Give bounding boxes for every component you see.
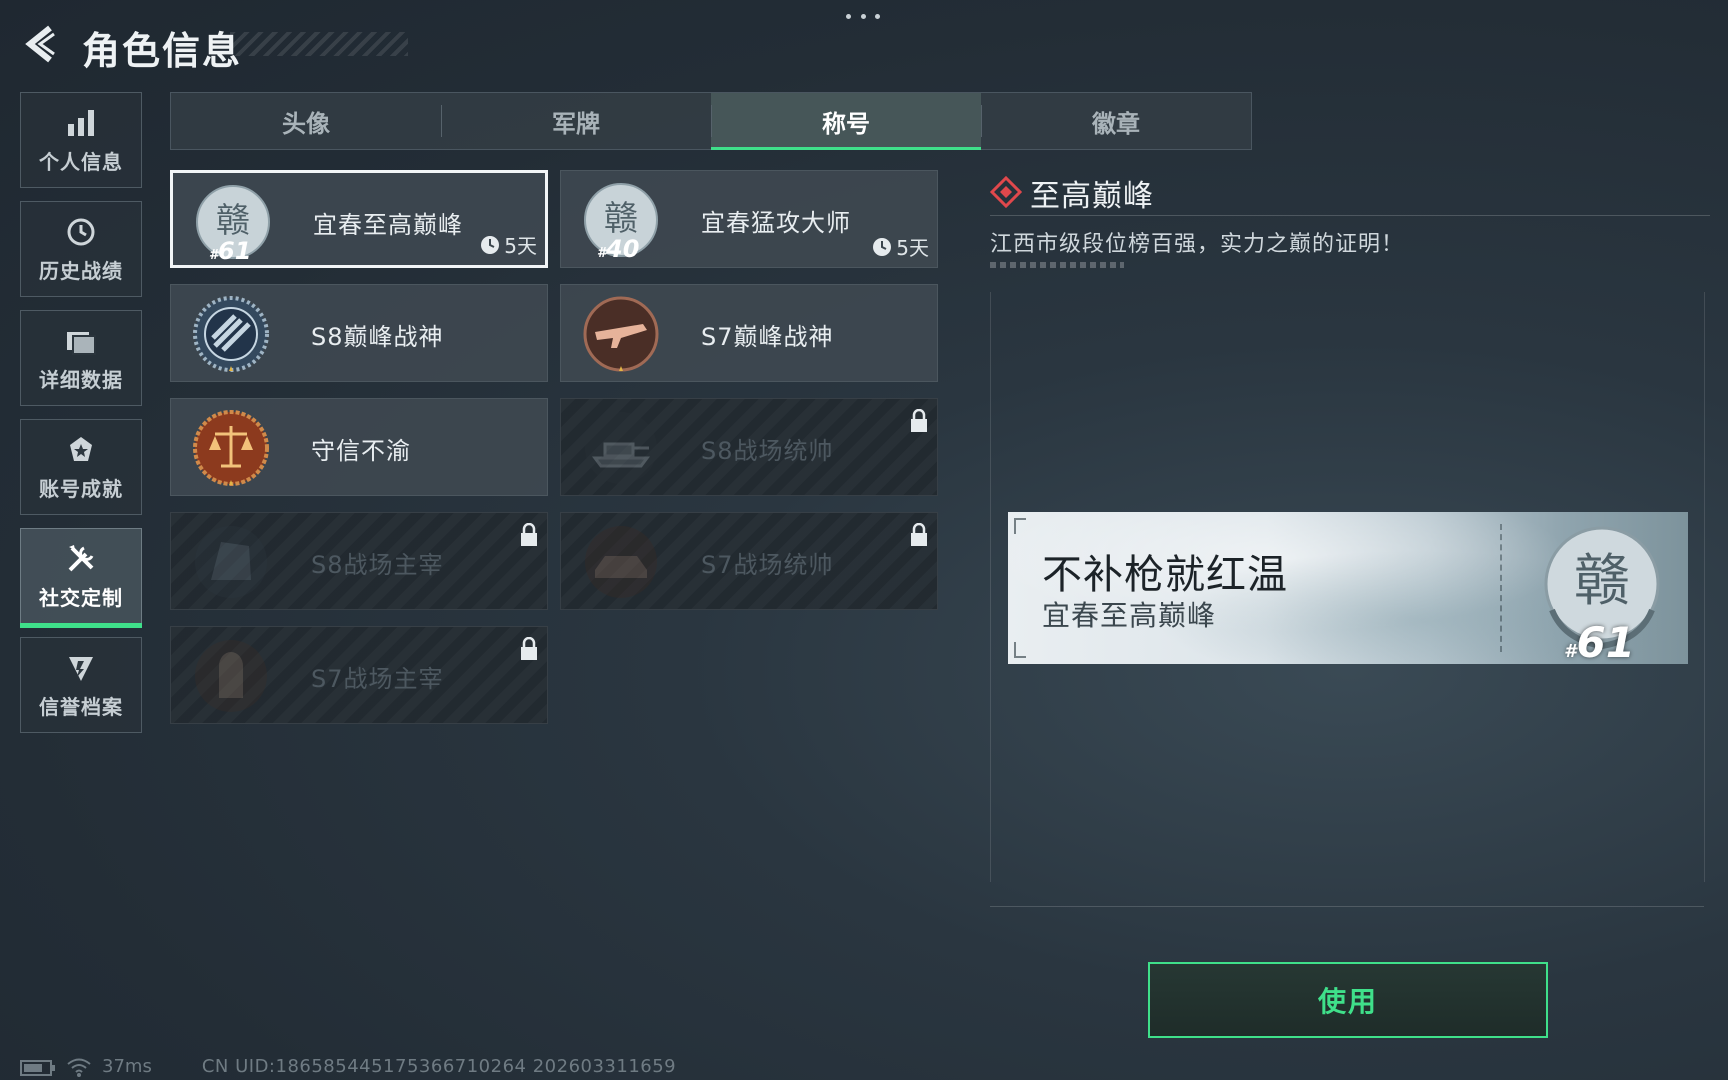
sidebar-item-label: 详细数据 <box>39 367 123 392</box>
sidebar-item-label: 个人信息 <box>39 149 123 174</box>
title-name: 守信不渝 <box>311 437 411 465</box>
header-decoration <box>230 32 408 56</box>
frame-line <box>990 906 1704 907</box>
battery-icon <box>20 1059 55 1076</box>
preview-title: 宜春至高巅峰 <box>1042 599 1217 632</box>
svg-text:赣: 赣 <box>604 199 638 239</box>
tab-dog-tag[interactable]: 军牌 <box>441 93 711 149</box>
player-name: 不补枪就红温 <box>1042 552 1288 598</box>
title-card[interactable]: 赣 #61 宜春至高巅峰 5天 <box>170 170 548 268</box>
credit-shield-icon <box>69 656 93 681</box>
sidebar-item-label: 历史战绩 <box>39 258 123 283</box>
title-name: S7巅峰战神 <box>701 323 834 351</box>
lock-icon <box>911 523 927 546</box>
ping-value: 37ms <box>102 1056 152 1077</box>
back-arrow-icon[interactable] <box>20 22 64 66</box>
title-name: S8战场主宰 <box>311 551 444 579</box>
scales-emblem-icon <box>193 410 269 486</box>
diamond-marker-icon <box>990 176 1022 208</box>
title-name: S7战场统帅 <box>701 551 834 579</box>
title-card[interactable]: 守信不渝 <box>170 398 548 496</box>
lock-icon <box>521 523 537 546</box>
user-id: CN UID:1865854451753667102​64 2026033116… <box>201 1056 677 1077</box>
use-button[interactable]: 使用 <box>1148 962 1548 1038</box>
title-card[interactable]: S8战场统帅 <box>560 398 938 496</box>
title-card[interactable]: S8巅峰战神 <box>170 284 548 382</box>
sidebar-item-label: 账号成就 <box>39 476 123 501</box>
tab-title[interactable]: 称号 <box>711 93 981 150</box>
title-preview-banner: 不补枪就红温 宜春至高巅峰 赣 #61 <box>1008 512 1688 664</box>
frame-line <box>990 292 991 882</box>
rank-number: #61 <box>209 237 252 265</box>
sidebar-item-detailed-data[interactable]: 详细数据 <box>20 310 142 406</box>
sidebar-item-social-customization[interactable]: 社交定制 <box>20 528 142 628</box>
achievement-icon <box>70 436 92 461</box>
title-card[interactable]: S7战场统帅 <box>560 512 938 610</box>
vehicle-emblem-icon <box>585 526 657 598</box>
sidebar-item-label: 社交定制 <box>39 585 123 610</box>
title-name: S8战场统帅 <box>701 437 834 465</box>
building-emblem-icon <box>195 526 267 598</box>
detail-description: 江西市级段位榜百强，实力之巅的证明！ <box>990 232 1405 257</box>
soldier-emblem-icon <box>195 640 267 712</box>
sidebar: 个人信息 历史战绩 详细数据 账号成就 社交定制 信誉档案 <box>20 92 144 746</box>
detail-title: 至高巅峰 <box>1030 179 1154 214</box>
sidebar-item-achievements[interactable]: 账号成就 <box>20 419 142 515</box>
s8-emblem-icon <box>193 296 269 372</box>
status-bar: 37ms CN UID:1865854451753667102​64 20260… <box>20 1056 676 1077</box>
sidebar-item-history[interactable]: 历史战绩 <box>20 201 142 297</box>
tools-icon <box>68 544 94 571</box>
svg-text:赣: 赣 <box>216 201 250 241</box>
history-icon <box>67 218 95 245</box>
title-name: S8巅峰战神 <box>311 323 444 351</box>
bar-chart-icon <box>68 109 94 136</box>
sidebar-item-personal-info[interactable]: 个人信息 <box>20 92 142 188</box>
lock-icon <box>521 637 537 660</box>
sidebar-item-credit-profile[interactable]: 信誉档案 <box>20 637 142 733</box>
folder-icon <box>67 331 96 355</box>
more-options-icon[interactable] <box>846 6 880 26</box>
s7-rifle-emblem-icon <box>583 296 659 372</box>
divider <box>990 215 1710 216</box>
tab-avatar[interactable]: 头像 <box>171 93 441 149</box>
title-name: S7战场主宰 <box>311 665 444 693</box>
page-title: 角色信息 <box>82 29 243 73</box>
title-name: 宜春至高巅峰 <box>313 211 463 239</box>
svg-text:赣: 赣 <box>1574 549 1630 614</box>
title-card[interactable]: 赣 #40 宜春猛攻大师 5天 <box>560 170 938 268</box>
tab-badge[interactable]: 徽章 <box>981 93 1251 149</box>
tank-emblem-icon <box>585 412 657 484</box>
decorative-bar <box>990 262 1124 268</box>
rank-number: #61 <box>1564 618 1635 664</box>
title-name: 宜春猛攻大师 <box>701 209 851 237</box>
frame-line <box>1704 292 1705 882</box>
clock-icon <box>873 237 892 256</box>
wifi-icon <box>67 1058 91 1077</box>
rank-number: #40 <box>597 235 640 263</box>
title-card[interactable]: S7战场主宰 <box>170 626 548 724</box>
lock-icon <box>911 409 927 432</box>
expiry-timer: 5天 <box>872 232 929 261</box>
title-card[interactable]: S8战场主宰 <box>170 512 548 610</box>
sidebar-item-label: 信誉档案 <box>39 694 123 719</box>
title-card[interactable]: S7巅峰战神 <box>560 284 938 382</box>
expiry-timer: 5天 <box>480 230 537 259</box>
clock-icon <box>481 235 500 254</box>
tab-bar: 头像 军牌 称号 徽章 <box>170 92 1252 150</box>
